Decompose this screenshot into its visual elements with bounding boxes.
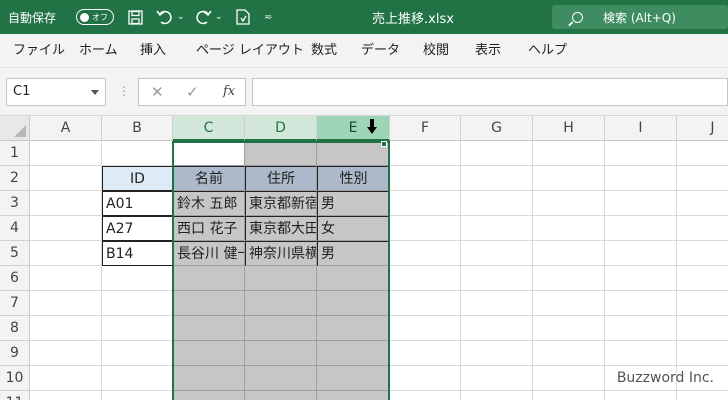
search-box[interactable]: 検索 (Alt+Q) bbox=[552, 5, 728, 29]
cell-d11[interactable] bbox=[245, 391, 317, 400]
select-all-corner[interactable] bbox=[0, 116, 30, 141]
cell-b4[interactable]: A27 bbox=[102, 216, 173, 241]
column-header-d[interactable]: D bbox=[245, 116, 317, 141]
cell-c2[interactable]: 名前 bbox=[173, 166, 245, 191]
autosave-label: 自動保存 bbox=[8, 10, 57, 25]
tab-formulas[interactable]: 数式 bbox=[311, 34, 337, 68]
cell-c7[interactable] bbox=[173, 291, 245, 316]
row-header-7[interactable]: 7 bbox=[0, 291, 30, 316]
column-header-h[interactable]: H bbox=[533, 116, 605, 141]
cell-d5[interactable]: 神奈川県横 bbox=[245, 241, 317, 266]
document-title: 売上推移.xlsx bbox=[372, 11, 454, 27]
cell-e1[interactable] bbox=[317, 141, 390, 166]
column-header-e[interactable]: E bbox=[317, 116, 390, 141]
tab-data[interactable]: データ bbox=[361, 34, 400, 68]
title-bar: 自動保存 オフ ⌄ ⌄ ≂ 売上推移.xlsx 検索 (Alt+Q) bbox=[0, 0, 728, 34]
tab-help[interactable]: ヘルプ bbox=[528, 34, 567, 68]
cell-b2[interactable]: ID bbox=[102, 166, 173, 191]
cell-c5[interactable]: 長谷川 健一 bbox=[173, 241, 245, 266]
column-header-a[interactable]: A bbox=[30, 116, 102, 141]
autosave-state: オフ bbox=[92, 12, 108, 22]
row-header-10[interactable]: 10 bbox=[0, 366, 30, 391]
cell-d2[interactable]: 住所 bbox=[245, 166, 317, 191]
cell-d1[interactable] bbox=[245, 141, 317, 166]
more-options-icon[interactable]: ⋮ bbox=[118, 78, 130, 106]
cell-d3[interactable]: 東京都新宿 bbox=[245, 191, 317, 216]
autosave-toggle[interactable]: オフ bbox=[76, 9, 114, 25]
column-header-b[interactable]: B bbox=[102, 116, 173, 141]
cell-c3[interactable]: 鈴木 五郎 bbox=[173, 191, 245, 216]
row-header-3[interactable]: 3 bbox=[0, 191, 30, 216]
column-header-f[interactable]: F bbox=[390, 116, 461, 141]
formula-buttons: ✕ ✓ fx bbox=[138, 78, 246, 106]
cell-e2[interactable]: 性別 bbox=[317, 166, 390, 191]
cell-e3[interactable]: 男 bbox=[317, 191, 390, 216]
cell-e10[interactable] bbox=[317, 366, 390, 391]
cell-c10[interactable] bbox=[173, 366, 245, 391]
ribbon-tabs: ファイル ホーム 挿入 ページ レイアウト 数式 データ 校閲 表示 ヘルプ bbox=[0, 34, 728, 68]
tab-view[interactable]: 表示 bbox=[475, 34, 501, 68]
save-icon[interactable] bbox=[124, 0, 146, 34]
column-header-j[interactable]: J bbox=[677, 116, 728, 141]
chevron-down-icon[interactable] bbox=[91, 90, 99, 95]
cell-c9[interactable] bbox=[173, 341, 245, 366]
cell-b3[interactable]: A01 bbox=[102, 191, 173, 216]
column-select-cursor-icon bbox=[367, 119, 377, 135]
toggle-knob bbox=[80, 12, 89, 22]
cell-b5[interactable]: B14 bbox=[102, 241, 173, 266]
row-header-5[interactable]: 5 bbox=[0, 241, 30, 266]
cell-c4[interactable]: 西口 花子 bbox=[173, 216, 245, 241]
cell-e11[interactable] bbox=[317, 391, 390, 400]
cell-e5[interactable]: 男 bbox=[317, 241, 390, 266]
fill-handle[interactable] bbox=[381, 141, 387, 147]
tab-home[interactable]: ホーム bbox=[79, 34, 118, 68]
row-header-11[interactable]: 11 bbox=[0, 391, 30, 400]
column-header-c[interactable]: C bbox=[173, 116, 245, 141]
row-header-1[interactable]: 1 bbox=[0, 141, 30, 166]
cell-c8[interactable] bbox=[173, 316, 245, 341]
insert-function-icon[interactable]: fx bbox=[223, 79, 235, 105]
enter-icon[interactable]: ✓ bbox=[186, 79, 199, 105]
row-header-8[interactable]: 8 bbox=[0, 316, 30, 341]
formula-input[interactable] bbox=[252, 78, 728, 106]
redo-icon[interactable] bbox=[192, 0, 214, 34]
cell-c11[interactable] bbox=[173, 391, 245, 400]
tab-file[interactable]: ファイル bbox=[13, 34, 65, 68]
search-label: 検索 (Alt+Q) bbox=[603, 10, 676, 25]
cancel-icon[interactable]: ✕ bbox=[151, 79, 164, 105]
column-header-i[interactable]: I bbox=[605, 116, 677, 141]
cell-e9[interactable] bbox=[317, 341, 390, 366]
cell-e7[interactable] bbox=[317, 291, 390, 316]
touch-mode-icon[interactable] bbox=[232, 0, 254, 34]
customize-icon[interactable]: ≂ bbox=[264, 0, 272, 34]
undo-icon[interactable] bbox=[154, 0, 176, 34]
cell-e6[interactable] bbox=[317, 266, 390, 291]
redo-dropdown-icon[interactable]: ⌄ bbox=[215, 0, 223, 34]
cell-d4[interactable]: 東京都大田 bbox=[245, 216, 317, 241]
cell-e4[interactable]: 女 bbox=[317, 216, 390, 241]
undo-dropdown-icon[interactable]: ⌄ bbox=[177, 0, 185, 34]
row-header-6[interactable]: 6 bbox=[0, 266, 30, 291]
cell-d7[interactable] bbox=[245, 291, 317, 316]
name-box[interactable]: C1 bbox=[6, 78, 106, 106]
row-header-9[interactable]: 9 bbox=[0, 341, 30, 366]
tab-page-layout[interactable]: ページ レイアウト bbox=[196, 34, 304, 68]
formula-bar-area: C1 ⋮ ✕ ✓ fx bbox=[0, 68, 728, 116]
column-header-g[interactable]: G bbox=[461, 116, 533, 141]
search-icon bbox=[572, 11, 583, 23]
name-box-value: C1 bbox=[13, 84, 31, 99]
cell-d6[interactable] bbox=[245, 266, 317, 291]
cell-d8[interactable] bbox=[245, 316, 317, 341]
watermark: Buzzword Inc. bbox=[616, 370, 714, 386]
cell-d9[interactable] bbox=[245, 341, 317, 366]
worksheet-grid: A B C D E F G H I J 1 2 3 4 5 6 7 8 9 10… bbox=[0, 116, 728, 400]
row-header-4[interactable]: 4 bbox=[0, 216, 30, 241]
tab-insert[interactable]: 挿入 bbox=[140, 34, 166, 68]
cell-d10[interactable] bbox=[245, 366, 317, 391]
row-header-2[interactable]: 2 bbox=[0, 166, 30, 191]
tab-review[interactable]: 校閲 bbox=[423, 34, 449, 68]
cell-c1[interactable] bbox=[173, 141, 245, 166]
cell-c6[interactable] bbox=[173, 266, 245, 291]
cell-e8[interactable] bbox=[317, 316, 390, 341]
